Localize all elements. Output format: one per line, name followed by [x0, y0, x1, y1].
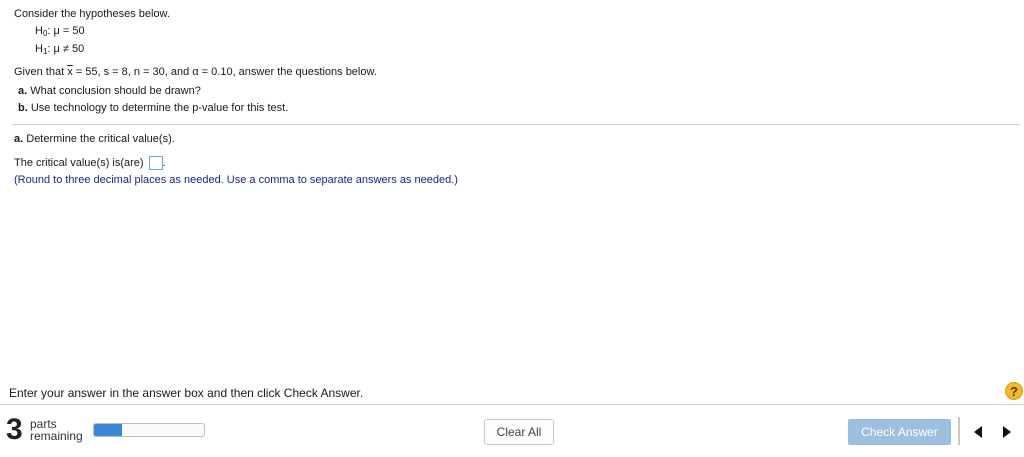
previous-arrow-icon[interactable] [974, 426, 982, 438]
parts-remaining-count: 3 [6, 413, 23, 446]
answer-suffix: . [162, 157, 166, 169]
given-statement: Given that x = 55, s = 8, n = 30, and α … [14, 66, 377, 78]
null-hypothesis: H0: μ = 50 [35, 25, 85, 38]
nav-separator [958, 417, 960, 445]
clear-all-button[interactable]: Clear All [484, 419, 554, 445]
help-icon[interactable]: ? [1005, 382, 1023, 400]
footer-instruction: Enter your answer in the answer box and … [9, 386, 364, 400]
question-divider [12, 124, 1020, 125]
parts-remaining-label: parts remaining [30, 417, 83, 443]
answer-prompt: The critical value(s) is(are) [14, 157, 144, 169]
alternative-hypothesis: H1: μ ≠ 50 [35, 43, 85, 56]
answer-row: The critical value(s) is(are) . [14, 156, 166, 170]
footer-divider [0, 404, 1024, 405]
question-nav [963, 419, 1021, 445]
next-arrow-icon[interactable] [1003, 426, 1011, 438]
critical-value-answer-box[interactable] [148, 156, 163, 170]
progress-bar-fill [94, 424, 122, 436]
progress-bar [93, 423, 205, 437]
check-answer-button[interactable]: Check Answer [848, 419, 951, 445]
question-part-a: a. What conclusion should be drawn? [18, 85, 201, 97]
answer-hint: (Round to three decimal places as needed… [14, 174, 458, 186]
current-part-heading: a. Determine the critical value(s). [14, 133, 175, 145]
question-intro: Consider the hypotheses below. [14, 8, 170, 20]
question-part-b: b. Use technology to determine the p-val… [18, 102, 289, 114]
